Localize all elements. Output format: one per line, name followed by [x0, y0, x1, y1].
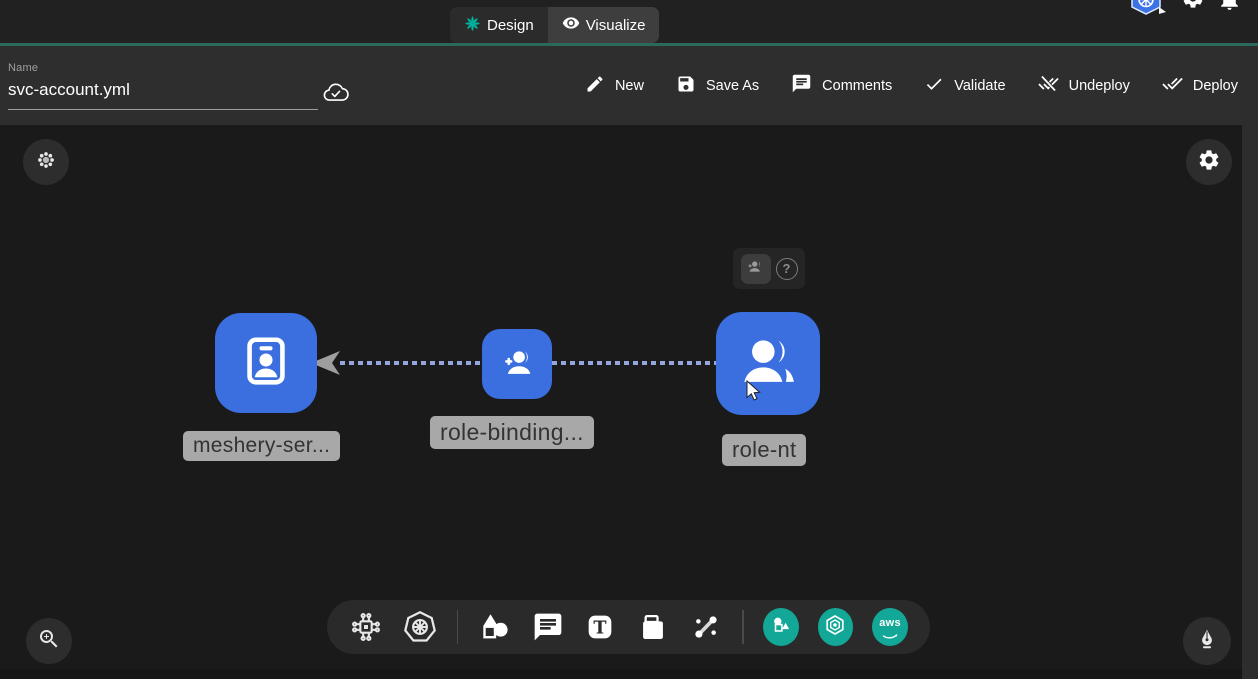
id-badge-icon	[237, 332, 295, 395]
node-label-service-account: meshery-ser...	[183, 431, 340, 461]
validate-button-label: Validate	[954, 78, 1005, 94]
pen-tool-icon	[1195, 627, 1219, 656]
deploy-button[interactable]: Deploy	[1162, 73, 1238, 98]
pencil-icon	[585, 74, 605, 98]
name-field-label: Name	[8, 62, 318, 74]
text-icon[interactable]: T	[583, 610, 617, 644]
hexagon-icon	[823, 613, 847, 642]
shapes-dock: T	[327, 600, 930, 654]
help-glyph: ?	[783, 261, 791, 276]
edge-role-to-role-binding[interactable]	[552, 361, 716, 365]
freeze-layout-button[interactable]	[23, 139, 69, 185]
dock-divider	[457, 610, 458, 644]
shapes-provider-button[interactable]	[763, 608, 799, 646]
settings-icon[interactable]	[1181, 0, 1205, 15]
node-role[interactable]	[716, 312, 820, 415]
node-label-role: role-nt	[722, 434, 806, 466]
tab-design[interactable]: Design	[450, 7, 548, 43]
freeze-layout-icon	[35, 149, 57, 176]
deploy-button-label: Deploy	[1193, 78, 1238, 94]
zoom-in-icon	[37, 627, 61, 656]
design-name-field: Name svc-account.yml	[8, 62, 318, 110]
undeploy-button-label: Undeploy	[1069, 78, 1130, 94]
node-service-account[interactable]	[215, 313, 317, 413]
new-button-label: New	[615, 78, 644, 94]
note-icon[interactable]	[636, 610, 670, 644]
comments-button-label: Comments	[822, 78, 892, 94]
cloud-done-icon[interactable]	[322, 80, 350, 109]
edge-tool-icon[interactable]	[689, 610, 723, 644]
shapes-icon[interactable]	[477, 609, 513, 645]
bottom-edge	[0, 669, 1242, 679]
kubernetes-icon[interactable]	[402, 609, 438, 645]
node-label-role-binding: role-binding...	[430, 416, 594, 449]
eye-icon	[562, 14, 580, 36]
comment-icon	[791, 73, 812, 98]
notifications-icon[interactable]	[1217, 0, 1242, 17]
comment-icon[interactable]	[532, 611, 564, 643]
group-button[interactable]	[741, 254, 771, 284]
kubernetes-context-badge-icon[interactable]	[1126, 0, 1166, 22]
meshery-design-app: Design Visualize	[0, 0, 1258, 679]
canvas-settings-button[interactable]	[1186, 139, 1232, 185]
undeploy-icon	[1038, 73, 1059, 98]
undeploy-button[interactable]: Undeploy	[1038, 73, 1130, 98]
check-icon	[924, 74, 944, 98]
tab-visualize[interactable]: Visualize	[548, 7, 660, 43]
aws-logo: aws	[872, 617, 908, 629]
design-canvas[interactable]: ? meshery-ser...	[0, 125, 1242, 679]
tab-visualize-label: Visualize	[586, 17, 646, 34]
aws-provider-button[interactable]: aws	[872, 608, 908, 646]
design-name-input[interactable]: svc-account.yml	[8, 80, 318, 110]
person-add-icon	[496, 341, 538, 388]
circuit-icon[interactable]	[349, 610, 383, 644]
design-toolbar: Name svc-account.yml New	[0, 46, 1258, 125]
hexagon-provider-button[interactable]	[818, 608, 854, 646]
node-hover-toolbar: ?	[733, 248, 805, 289]
zoom-in-button[interactable]	[26, 618, 72, 664]
gear-icon	[1197, 148, 1221, 177]
help-icon[interactable]: ?	[776, 258, 798, 280]
save-as-button[interactable]: Save As	[676, 74, 759, 98]
tab-design-label: Design	[487, 17, 534, 34]
group-icon	[746, 257, 765, 281]
right-scrollbar-track[interactable]	[1242, 46, 1258, 679]
double-check-icon	[1162, 73, 1183, 98]
validate-button[interactable]: Validate	[924, 74, 1005, 98]
pen-tool-button[interactable]	[1183, 617, 1231, 665]
dock-divider	[742, 610, 743, 644]
node-role-binding[interactable]	[482, 329, 552, 399]
save-icon	[676, 74, 696, 98]
view-tabs: Design Visualize	[450, 7, 659, 43]
shapes-icon	[770, 614, 792, 641]
meshery-logo-icon	[464, 15, 481, 36]
design-actions: New Save As Comments	[585, 46, 1238, 125]
save-as-button-label: Save As	[706, 78, 759, 94]
comments-button[interactable]: Comments	[791, 73, 892, 98]
new-button[interactable]: New	[585, 74, 644, 98]
text-glyph: T	[594, 618, 607, 639]
edge-role-binding-to-service-account[interactable]	[340, 361, 482, 365]
mouse-cursor	[745, 380, 765, 407]
top-header: Design Visualize	[0, 0, 1258, 43]
